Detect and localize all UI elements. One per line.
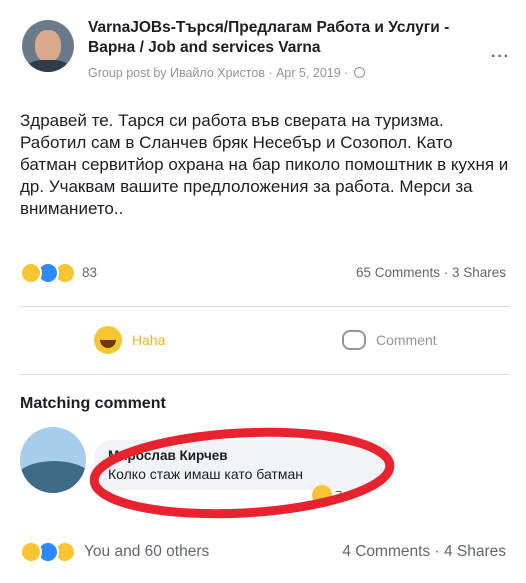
post-stats: 83 65 Comments · 3 Shares [20,262,510,286]
divider [20,306,510,307]
comment-author[interactable]: Мирослав Кирчев [108,447,380,464]
action-bar: Haha Comment [20,322,510,358]
comment-reaction-count: 7 [335,487,343,503]
globe-icon [353,67,365,78]
haha-icon [94,326,122,354]
comment-label: Comment [376,332,437,348]
avatar-body [26,60,70,72]
haha-reaction-icon [20,262,42,284]
reaction-count[interactable]: 83 [82,265,97,280]
reactions-summary[interactable]: You and 60 others [84,543,209,561]
comment-button[interactable]: Comment [342,322,437,358]
more-options-icon[interactable]: ··· [491,48,510,66]
comment-bubble[interactable]: Мирослав Кирчев Колко стаж имаш като бат… [94,440,394,490]
post-meta: Group post by Ивайло Христов · Apr 5, 20… [88,66,365,80]
avatar-landscape [20,461,86,493]
comments-shares-count[interactable]: 65 Comments · 3 Shares [356,265,506,280]
group-title[interactable]: VarnaJOBs-Търся/Предлагам Работа и Услуг… [88,18,478,58]
comment-icon [342,330,366,350]
matching-comment: Мирослав Кирчев Колко стаж имаш като бат… [20,425,500,519]
haha-reaction-icon [312,485,332,505]
haha-label: Haha [132,332,166,348]
haha-button[interactable]: Haha [94,322,165,358]
author-avatar[interactable] [22,20,74,72]
post-header: VarnaJOBs-Търся/Предлагам Работа и Услуг… [22,18,512,88]
avatar-face [35,30,61,62]
comment-text: Колко стаж имаш като батман [108,466,303,482]
post-body: Здравей те. Тарся си работа във сверата … [20,111,509,218]
bottom-comments-shares[interactable]: 4 Comments · 4 Shares [342,543,506,561]
haha-reaction-icon [20,541,42,563]
commenter-avatar[interactable] [20,427,86,493]
comment-reactions[interactable]: 7 [312,485,342,505]
matching-comment-title: Matching comment [20,395,166,412]
divider [20,374,510,375]
post-meta-text[interactable]: Group post by Ивайло Христов · Apr 5, 20… [88,66,348,80]
bottom-bar: You and 60 others 4 Comments · 4 Shares [20,540,510,566]
